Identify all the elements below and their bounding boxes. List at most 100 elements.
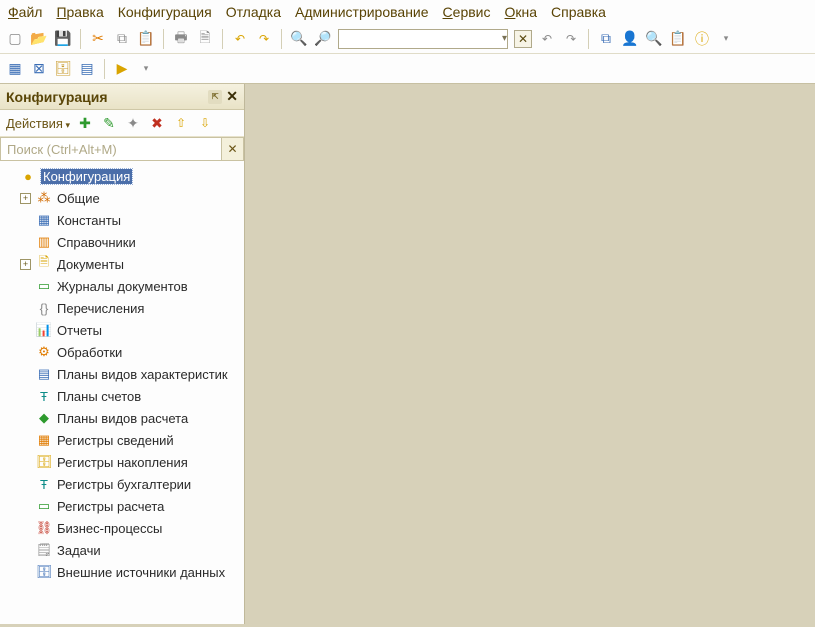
tree-item-calc-plans[interactable]: ◆ Планы видов расчета	[0, 407, 244, 429]
windows-icon[interactable]: ⧉	[597, 30, 615, 48]
calc-plans-icon: ◆	[35, 410, 53, 426]
nav-forward-icon[interactable]: ↷	[562, 30, 580, 48]
toolbar-search[interactable]: ▾	[338, 29, 508, 49]
tree-item-label: Справочники	[57, 235, 136, 250]
tree-item-label: Регистры бухгалтерии	[57, 477, 191, 492]
menu-file[interactable]: Файл	[8, 4, 42, 20]
tree-item-documents[interactable]: + 🗎 Документы	[0, 253, 244, 275]
move-down-icon[interactable]: ⇩	[196, 114, 214, 132]
actions-dropdown[interactable]: Действия	[6, 116, 70, 131]
calendar-icon[interactable]: 📋	[669, 30, 687, 48]
redo-icon[interactable]: ↷	[255, 30, 273, 48]
info-icon[interactable]: ⓘ	[693, 30, 711, 48]
undo-icon[interactable]: ↶	[231, 30, 249, 48]
tree-item-reports[interactable]: 📊 Отчеты	[0, 319, 244, 341]
zoom-icon[interactable]: 🔎	[314, 30, 332, 48]
tree-item-calc-registers[interactable]: ▭ Регистры расчета	[0, 495, 244, 517]
tree-item-label: Бизнес-процессы	[57, 521, 162, 536]
menu-config[interactable]: Конфигурация	[118, 4, 212, 20]
external-data-icon: 🗄	[35, 564, 53, 580]
tree-item-journals[interactable]: ▭ Журналы документов	[0, 275, 244, 297]
expander-icon[interactable]: +	[20, 193, 31, 204]
tree-item-account-plans[interactable]: Ŧ Планы счетов	[0, 385, 244, 407]
menu-service[interactable]: Сервис	[443, 4, 491, 20]
account-plans-icon: Ŧ	[35, 388, 53, 404]
tree-item-constants[interactable]: ▦ Константы	[0, 209, 244, 231]
panel-search-input[interactable]	[1, 138, 221, 160]
add-icon[interactable]: ✚	[76, 114, 94, 132]
accum-registers-icon: 🗄	[35, 454, 53, 470]
tree-item-acct-registers[interactable]: Ŧ Регистры бухгалтерии	[0, 473, 244, 495]
menu-admin[interactable]: Администрирование	[295, 4, 429, 20]
search-dropdown-icon[interactable]: ▾	[502, 33, 507, 44]
processors-icon: ⚙	[35, 344, 53, 360]
info-registers-icon: ▦	[35, 432, 53, 448]
config-panel: Конфигурация ⇱ ✕ Действия ✚ ✎ ✦ ✖ ⇧ ⇩ ✕ …	[0, 84, 245, 624]
panel-header: Конфигурация ⇱ ✕	[0, 84, 244, 110]
calc-registers-icon: ▭	[35, 498, 53, 514]
edit-icon[interactable]: ✎	[100, 114, 118, 132]
expander-icon[interactable]: +	[20, 259, 31, 270]
enums-icon: {}	[35, 300, 53, 316]
globe-icon: ●	[19, 168, 37, 184]
cut-icon[interactable]: ✂	[89, 30, 107, 48]
menu-help[interactable]: Справка	[551, 4, 606, 20]
search2-icon[interactable]: 🔍	[645, 30, 663, 48]
play-icon[interactable]: ▶	[113, 60, 131, 78]
pin-icon[interactable]: ⇱	[208, 90, 222, 104]
tree-item-label: Внешние источники данных	[57, 565, 225, 580]
tree-item-accum-registers[interactable]: 🗄 Регистры накопления	[0, 451, 244, 473]
tree-item-label: Планы счетов	[57, 389, 141, 404]
play-dropdown-icon[interactable]: ▾	[137, 60, 155, 78]
print-icon[interactable]: 🖶	[172, 30, 190, 48]
tree-item-info-registers[interactable]: ▦ Регистры сведений	[0, 429, 244, 451]
toolbar-search-clear[interactable]: ✕	[514, 30, 532, 48]
open-folder-icon[interactable]: 📂	[30, 30, 48, 48]
tree-item-label: Регистры накопления	[57, 455, 188, 470]
boxed-x-icon[interactable]: ⊠	[30, 60, 48, 78]
tree-item-enums[interactable]: {} Перечисления	[0, 297, 244, 319]
separator	[588, 29, 589, 49]
reports-icon: 📊	[35, 322, 53, 338]
panel-search-clear[interactable]: ✕	[221, 138, 243, 160]
save-icon[interactable]: 💾	[54, 30, 72, 48]
tree-item-common[interactable]: + ⁂ Общие	[0, 187, 244, 209]
paste-icon[interactable]: 📋	[137, 30, 155, 48]
panel-close-icon[interactable]: ✕	[226, 88, 238, 105]
copy-icon[interactable]: ⧉	[113, 30, 131, 48]
toolbar-search-input[interactable]	[339, 32, 502, 46]
tree-item-char-plans[interactable]: ▤ Планы видов характеристик	[0, 363, 244, 385]
database-icon[interactable]: 🗄	[54, 60, 72, 78]
find-folder-icon[interactable]: 🔍	[290, 30, 308, 48]
tree-item-label: Константы	[57, 213, 121, 228]
tree-item-label: Отчеты	[57, 323, 102, 338]
menu-edit[interactable]: Правка	[56, 4, 103, 20]
wand-icon[interactable]: ✦	[124, 114, 142, 132]
tree-item-catalogs[interactable]: ▥ Справочники	[0, 231, 244, 253]
new-file-icon[interactable]: ▢	[6, 30, 24, 48]
toolbar-secondary: ▦ ⊠ 🗄 ▤ ▶ ▾	[0, 54, 815, 84]
print-preview-icon[interactable]: 🗎	[196, 30, 214, 48]
user-icon[interactable]: 👤	[621, 30, 639, 48]
info-dropdown-icon[interactable]: ▾	[717, 30, 735, 48]
tree-item-processors[interactable]: ⚙ Обработки	[0, 341, 244, 363]
tree-item-label: Документы	[57, 257, 124, 272]
config-tree: ● Конфигурация + ⁂ Общие ▦ Константы ▥ С…	[0, 161, 244, 624]
delete-icon[interactable]: ✖	[148, 114, 166, 132]
nav-back-icon[interactable]: ↶	[538, 30, 556, 48]
menu-windows[interactable]: Окна	[505, 4, 538, 20]
tree-root[interactable]: ● Конфигурация	[0, 165, 244, 187]
menu-debug[interactable]: Отладка	[226, 4, 281, 20]
separator	[281, 29, 282, 49]
panel-title: Конфигурация	[6, 89, 108, 105]
move-up-icon[interactable]: ⇧	[172, 114, 190, 132]
expander-blank	[4, 171, 15, 182]
tree-item-label: Общие	[57, 191, 100, 206]
menubar: Файл Правка Конфигурация Отладка Админис…	[0, 0, 815, 24]
tree-item-tasks[interactable]: 🗒 Задачи	[0, 539, 244, 561]
table-icon[interactable]: ▤	[78, 60, 96, 78]
tree-item-business-proc[interactable]: ⛓ Бизнес-процессы	[0, 517, 244, 539]
tree-item-external-data[interactable]: 🗄 Внешние источники данных	[0, 561, 244, 583]
grid-icon[interactable]: ▦	[6, 60, 24, 78]
tree-item-label: Обработки	[57, 345, 122, 360]
